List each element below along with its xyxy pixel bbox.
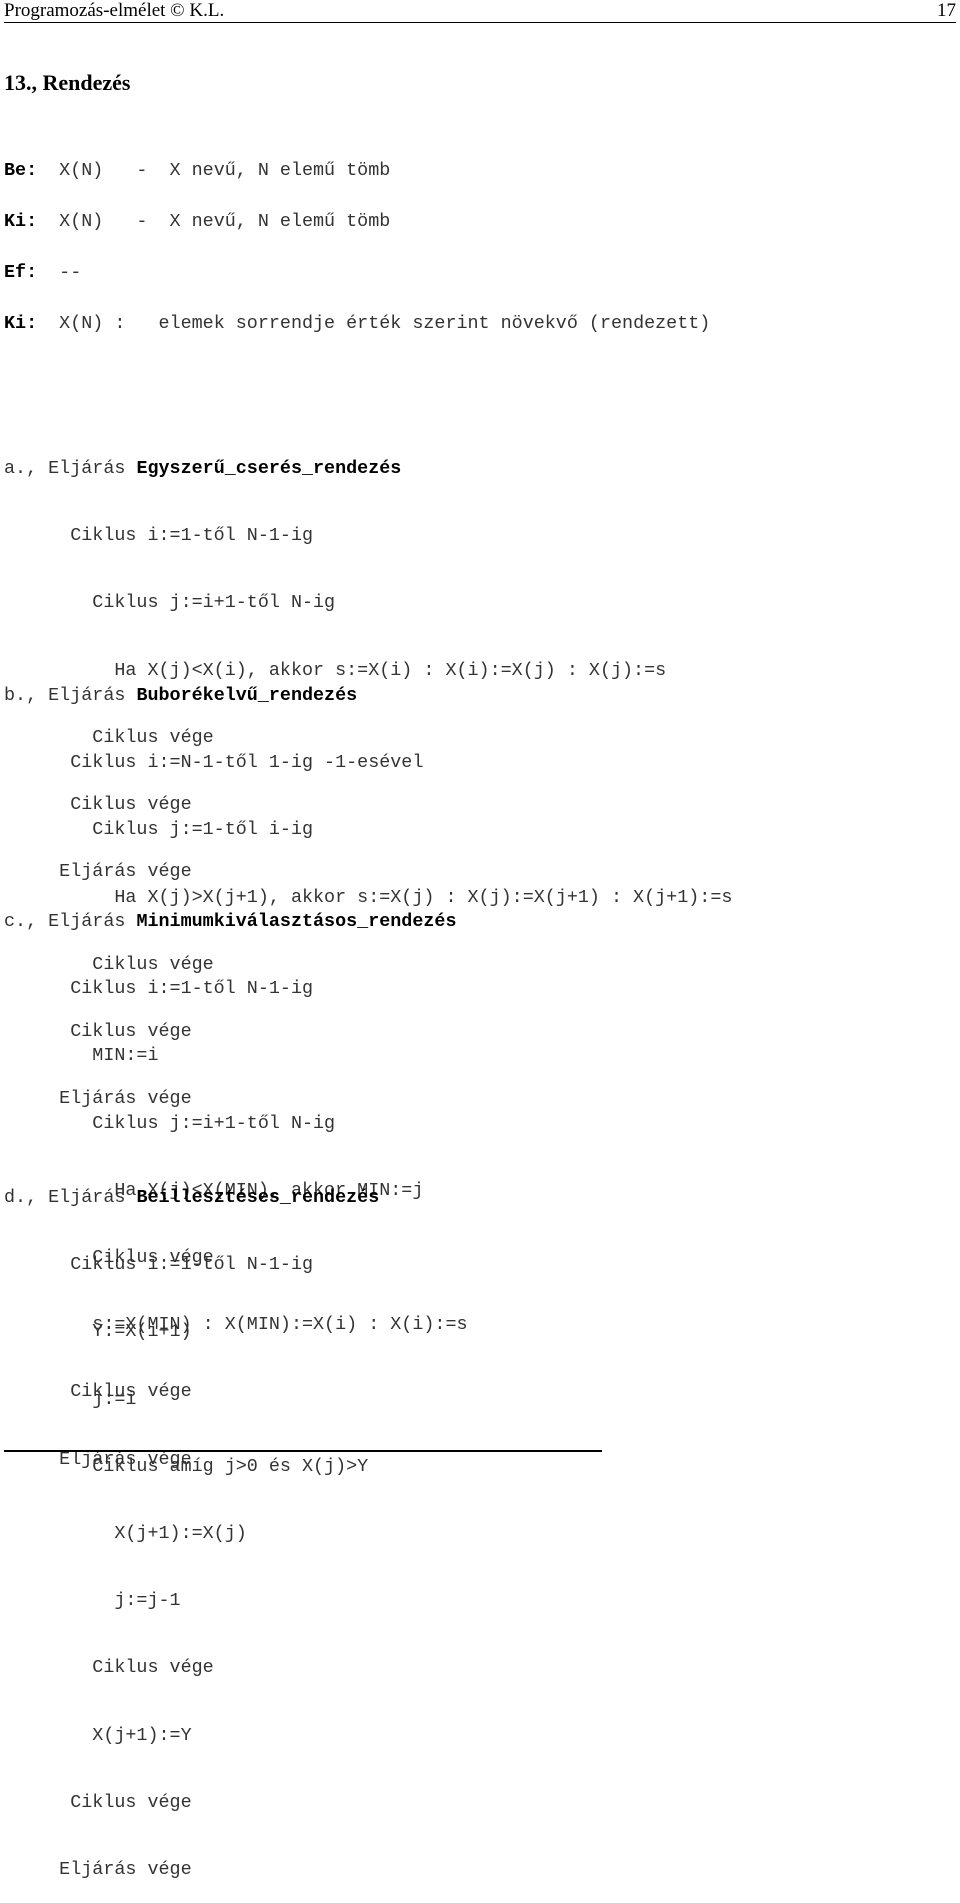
procedure-heading: d., Eljárás Beillesztéses_rendezés [4,1185,379,1210]
code-line: Ciklus i:=N-1-től 1-ig -1-esével [4,752,424,774]
code-line: Ciklus vége [4,1791,192,1813]
io-label: Ki: [4,313,38,334]
procedure-name: Beillesztéses_rendezés [136,1187,380,1208]
io-output-row: Ki: X(N) - X nevű, N elemű tömb [4,211,390,232]
code-line: X(j+1):=Y [4,1724,192,1746]
code-line: Ciklus i:=1-től N-1-ig [4,978,314,1000]
io-label: Ki: [4,211,38,232]
io-text: X(N) : elemek sorrendje érték szerint nö… [37,313,711,334]
header-title: Programozás-elmélet © K.L. [4,0,225,21]
code-line: Ciklus i:=1-től N-1-ig [4,1254,314,1276]
procedure-name: Egyszerű_cserés_rendezés [136,458,402,479]
procedure-prefix: c., Eljárás [4,911,137,932]
procedure-heading: b., Eljárás Buborékelvű_rendezés [4,683,732,708]
io-text: X(N) - X nevű, N elemű tömb [37,160,391,181]
procedure-prefix: b., Eljárás [4,685,137,706]
footer-divider [4,1450,602,1452]
code-line: Ciklus i:=1-től N-1-ig [4,525,314,547]
procedure-heading: a., Eljárás Egyszerű_cserés_rendezés [4,456,666,481]
io-input-row: Be: X(N) - X nevű, N elemű tömb [4,160,390,181]
io-label: Ef: [4,262,38,283]
io-text: -- [37,262,82,283]
procedure-name: Minimumkiválasztásos_rendezés [136,911,457,932]
procedure-heading: c., Eljárás Minimumkiválasztásos_rendezé… [4,909,468,934]
page-header: Programozás-elmélet © K.L. 17 [4,0,956,23]
chapter-title: 13., Rendezés [4,70,131,95]
io-precondition-row: Ef: -- [4,262,81,283]
io-postcondition-row: Ki: X(N) : elemek sorrendje érték szerin… [4,313,710,334]
code-line: Ciklus vége [4,1657,214,1679]
procedure-prefix: a., Eljárás [4,458,137,479]
procedure-insertion-sort: d., Eljárás Beillesztéses_rendezés Ciklu… [4,1143,379,1903]
code-line: Y:=X(i+1) [4,1321,192,1343]
code-line: j:=j-1 [4,1590,181,1612]
code-line: MIN:=i [4,1045,159,1067]
code-line: Ciklus j:=i+1-től N-ig [4,592,336,614]
code-line: Eljárás vége [4,1858,192,1880]
io-text: X(N) - X nevű, N elemű tömb [37,211,391,232]
code-line: j:=i [4,1388,137,1410]
code-line: Ciklus j:=i+1-től N-ig [4,1112,336,1134]
code-line: Ciklus j:=1-től i-ig [4,819,314,841]
code-line: X(j+1):=X(j) [4,1522,247,1544]
procedure-name: Buborékelvű_rendezés [136,685,358,706]
page-number: 17 [937,0,956,21]
procedure-prefix: d., Eljárás [4,1187,137,1208]
code-line: Ciklus amíg j>0 és X(j)>Y [4,1455,369,1477]
io-label: Be: [4,160,38,181]
